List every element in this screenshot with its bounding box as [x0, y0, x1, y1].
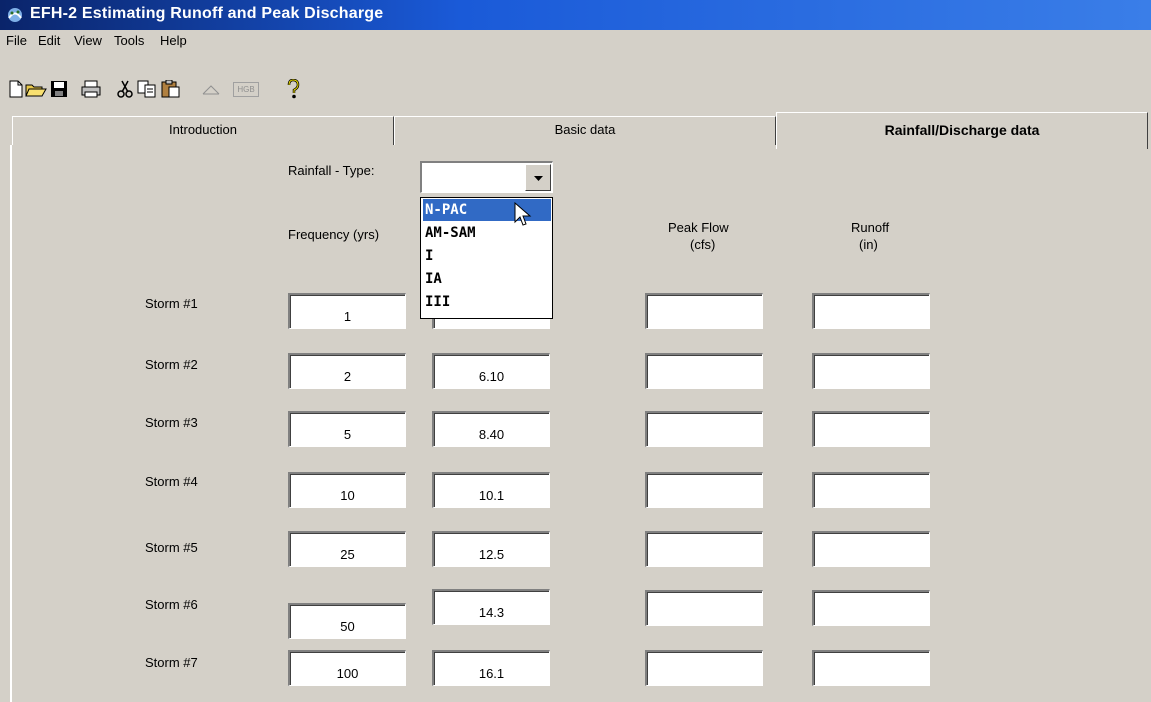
- peak-flow-input[interactable]: [645, 472, 763, 508]
- peak-flow-unit: (cfs): [690, 237, 716, 252]
- storm-label: Storm #3: [145, 415, 198, 430]
- frequency-input[interactable]: 25: [288, 531, 406, 567]
- toolbar: HGB: [0, 52, 1151, 104]
- print-icon[interactable]: [80, 78, 102, 100]
- frequency-input[interactable]: 10: [288, 472, 406, 508]
- peak-flow-input[interactable]: [645, 531, 763, 567]
- help-icon[interactable]: [282, 78, 304, 100]
- dropdown-option[interactable]: III: [423, 291, 551, 313]
- dropdown-option[interactable]: IA: [423, 268, 551, 290]
- save-icon[interactable]: [48, 78, 70, 100]
- rainfall-input[interactable]: 8.40: [432, 411, 550, 447]
- chevron-down-icon: [534, 176, 543, 181]
- runoff-input[interactable]: [812, 531, 930, 567]
- storm-label: Storm #6: [145, 597, 198, 612]
- peak-flow-input[interactable]: [645, 353, 763, 389]
- peak-flow-input[interactable]: [645, 590, 763, 626]
- storm-label: Storm #1: [145, 296, 198, 311]
- tab-introduction[interactable]: Introduction: [12, 116, 394, 145]
- open-icon[interactable]: [25, 78, 47, 100]
- tab-strip: Introduction Basic data Rainfall/Dischar…: [8, 112, 1151, 149]
- frequency-input[interactable]: 50: [288, 603, 406, 639]
- runoff-header: Runoff: [851, 220, 890, 235]
- menu-edit[interactable]: Edit: [38, 33, 60, 48]
- frequency-input[interactable]: 2: [288, 353, 406, 389]
- storm-label: Storm #7: [145, 655, 198, 670]
- rainfall-type-label: Rainfall - Type:: [288, 163, 375, 178]
- cut-icon[interactable]: [114, 78, 136, 100]
- mouse-cursor-icon: [514, 202, 532, 226]
- peak-flow-input[interactable]: [645, 293, 763, 329]
- peak-flow-header: Peak Flow: [668, 220, 729, 235]
- menu-tools[interactable]: Tools: [114, 33, 144, 48]
- dropdown-option[interactable]: I: [423, 245, 551, 267]
- window-title: EFH-2 Estimating Runoff and Peak Dischar…: [30, 5, 384, 22]
- frequency-input[interactable]: 100: [288, 650, 406, 686]
- storm-label: Storm #2: [145, 357, 198, 372]
- paste-icon[interactable]: [160, 78, 182, 100]
- app-icon: [6, 6, 24, 24]
- hgs-label: HGB: [233, 81, 259, 97]
- dropdown-button[interactable]: [525, 164, 551, 191]
- tab-basic-data[interactable]: Basic data: [394, 116, 776, 145]
- menu-file[interactable]: File: [6, 33, 27, 48]
- menu-bar: File Edit View Tools Help: [0, 30, 1151, 52]
- frequency-header: Frequency (yrs): [288, 227, 380, 242]
- rainfall-type-dropdown: N-PAC AM-SAM I IA III: [420, 197, 553, 319]
- peak-flow-input[interactable]: [645, 650, 763, 686]
- runoff-unit: (in): [859, 237, 878, 252]
- runoff-input[interactable]: [812, 293, 930, 329]
- menu-view[interactable]: View: [74, 33, 102, 48]
- peak-flow-input[interactable]: [645, 411, 763, 447]
- rainfall-input[interactable]: 14.3: [432, 589, 550, 625]
- tab-rainfall-discharge-data[interactable]: Rainfall/Discharge data: [776, 112, 1148, 149]
- graph-icon[interactable]: [196, 78, 226, 100]
- rainfall-input[interactable]: 10.1: [432, 472, 550, 508]
- rainfall-type-select[interactable]: [420, 161, 553, 193]
- menu-help[interactable]: Help: [160, 33, 187, 48]
- rainfall-input[interactable]: 6.10: [432, 353, 550, 389]
- frequency-input[interactable]: 5: [288, 411, 406, 447]
- hgs-icon[interactable]: HGB: [232, 78, 260, 100]
- rainfall-input[interactable]: 16.1: [432, 650, 550, 686]
- copy-icon[interactable]: [136, 78, 158, 100]
- runoff-input[interactable]: [812, 411, 930, 447]
- storm-label: Storm #5: [145, 540, 198, 555]
- new-icon[interactable]: [5, 78, 27, 100]
- runoff-input[interactable]: [812, 650, 930, 686]
- frequency-input[interactable]: 1: [288, 293, 406, 329]
- runoff-input[interactable]: [812, 590, 930, 626]
- runoff-input[interactable]: [812, 472, 930, 508]
- rainfall-input[interactable]: 12.5: [432, 531, 550, 567]
- storm-label: Storm #4: [145, 474, 198, 489]
- title-bar: EFH-2 Estimating Runoff and Peak Dischar…: [0, 0, 1151, 30]
- runoff-input[interactable]: [812, 353, 930, 389]
